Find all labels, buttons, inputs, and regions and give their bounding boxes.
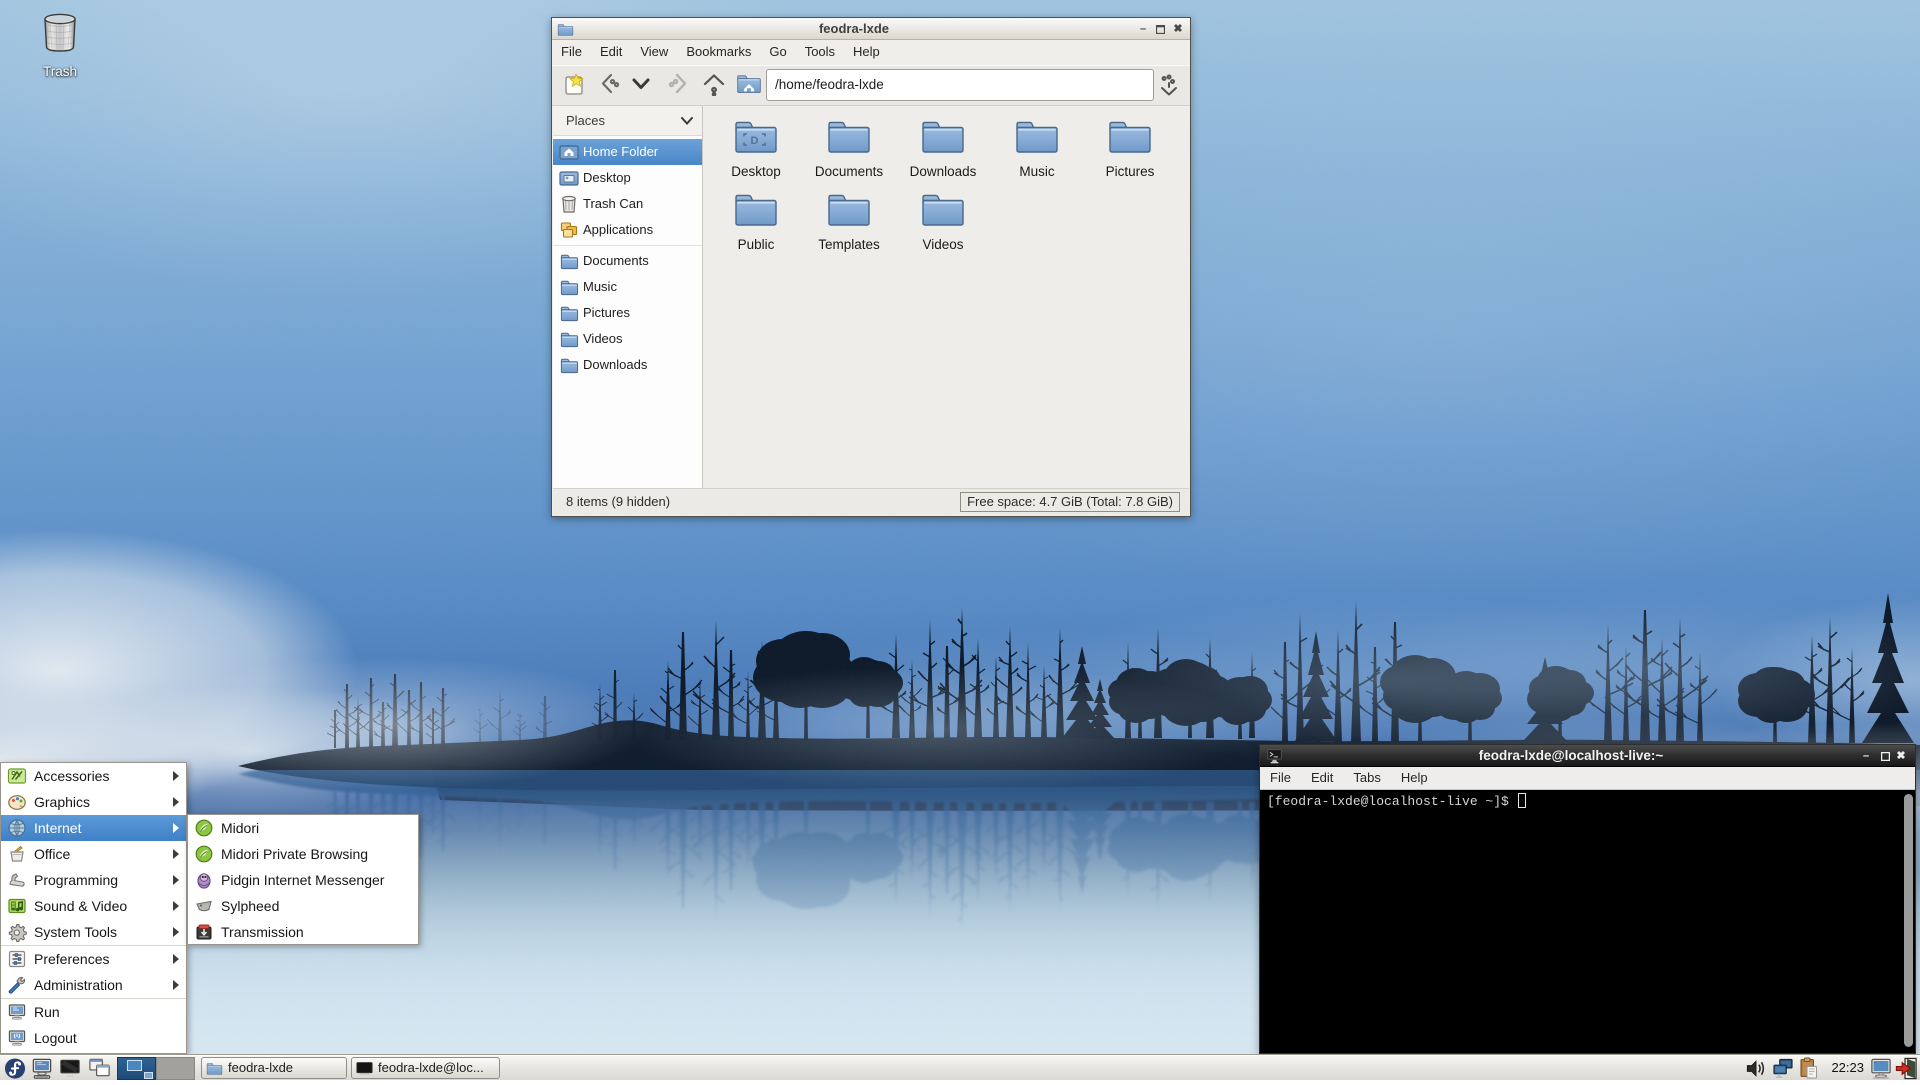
svg-text:D: D bbox=[751, 135, 759, 147]
